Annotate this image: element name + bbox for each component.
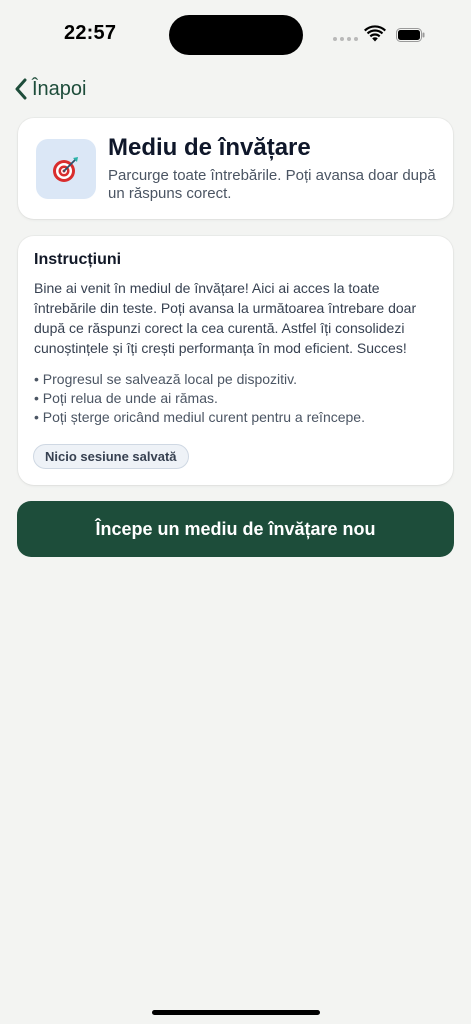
chevron-left-icon [15, 78, 27, 100]
list-item: Poți șterge oricând mediul curent pentru… [34, 408, 442, 427]
page-title: Mediu de învățare [108, 134, 311, 161]
instructions-list: Progresul se salvează local pe dispoziti… [34, 370, 442, 427]
back-label: Înapoi [32, 77, 87, 100]
battery-icon [396, 28, 425, 42]
dart-target-icon [36, 139, 96, 199]
status-time: 22:57 [64, 22, 117, 44]
list-item: Progresul se salvează local pe dispoziti… [34, 370, 442, 389]
dynamic-island [169, 15, 303, 55]
instructions-card: Instrucțiuni Bine ai venit în mediul de … [18, 236, 453, 485]
page-subtitle: Parcurge toate întrebările. Poți avansa … [108, 167, 436, 202]
instructions-title: Instrucțiuni [34, 251, 122, 268]
status-bar: 22:57 [0, 0, 471, 70]
wifi-icon [364, 25, 386, 42]
cellular-signal-icon [333, 37, 358, 41]
back-button[interactable]: Înapoi [14, 76, 87, 102]
instructions-body: Bine ai venit în mediul de învățare! Aic… [34, 280, 417, 356]
start-new-session-button[interactable]: Începe un mediu de învățare nou [17, 501, 454, 557]
home-indicator [152, 1010, 320, 1015]
session-status-badge: Nicio sesiune salvată [33, 444, 189, 469]
list-item: Poți relua de unde ai rămas. [34, 389, 442, 408]
mode-header-card: Mediu de învățare Parcurge toate întrebă… [18, 118, 453, 219]
